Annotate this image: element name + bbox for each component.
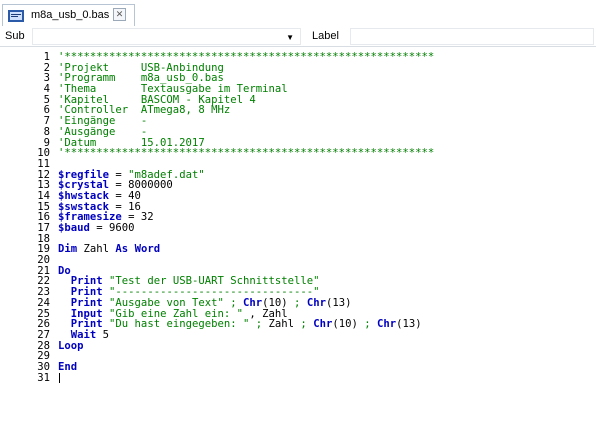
code-token: Zahl — [268, 318, 301, 331]
close-icon[interactable]: ✕ — [113, 8, 126, 21]
code-line[interactable]: 10 '*************************************… — [30, 148, 434, 159]
code-token: Chr — [313, 318, 333, 331]
code-token: Chr — [377, 318, 397, 331]
line-number: 31 — [37, 371, 50, 384]
code-line[interactable]: 28 Loop — [30, 339, 434, 352]
editor-gutter — [0, 47, 30, 438]
code-line[interactable]: 30 End — [30, 362, 434, 373]
code-token: 5 — [96, 328, 110, 341]
code-token: Loop — [58, 339, 84, 352]
sub-select[interactable]: ▼ — [32, 28, 301, 45]
code-token: Chr — [306, 296, 326, 309]
line-number: 11 — [37, 157, 50, 170]
code-token: "Du hast eingegeben: " — [109, 318, 250, 331]
code-line[interactable]: 19 Dim Zahl As Word — [30, 244, 434, 255]
code-lines: 1 '**************************************… — [30, 52, 434, 383]
code-token: '***************************************… — [58, 147, 435, 160]
tab-bar: m8a_usb_0.bas ✕ — [0, 0, 596, 28]
code-token: As — [115, 243, 129, 256]
code-token: Word — [134, 243, 161, 256]
code-token: Dim — [58, 243, 78, 256]
code-token: (13) — [325, 296, 352, 309]
line-number: 27 — [37, 328, 50, 341]
label-select[interactable] — [350, 28, 594, 45]
tab-label: m8a_usb_0.bas — [31, 9, 110, 21]
code-token: ; — [249, 318, 269, 331]
code-token: (10) — [332, 318, 365, 331]
code-token: End — [58, 360, 78, 373]
code-token: (13) — [396, 318, 422, 331]
code-token: $baud — [58, 222, 90, 234]
bas-file-icon — [8, 10, 24, 22]
code-line[interactable]: 27 Wait 5 — [30, 330, 434, 341]
code-token: Zahl — [77, 243, 116, 256]
sub-label: Sub — [5, 30, 25, 42]
code-line[interactable]: 17 $baud = 9600 — [30, 223, 434, 234]
dropdown-arrow-icon[interactable]: ▼ — [286, 33, 294, 42]
tab-m8a-usb-0[interactable]: m8a_usb_0.bas ✕ — [2, 4, 135, 26]
label-label: Label — [312, 30, 339, 42]
text-caret — [59, 372, 60, 383]
code-line[interactable]: 20 — [30, 255, 434, 266]
editor-toolbar: Sub ▼ Label — [0, 27, 596, 47]
line-number: 8 — [43, 125, 50, 138]
code-token: = 9600 — [89, 222, 135, 234]
line-number: 24 — [37, 296, 50, 309]
code-line[interactable]: 31 — [30, 371, 434, 384]
code-editor[interactable]: 1 '**************************************… — [30, 47, 596, 438]
code-line[interactable]: 29 — [30, 351, 434, 362]
